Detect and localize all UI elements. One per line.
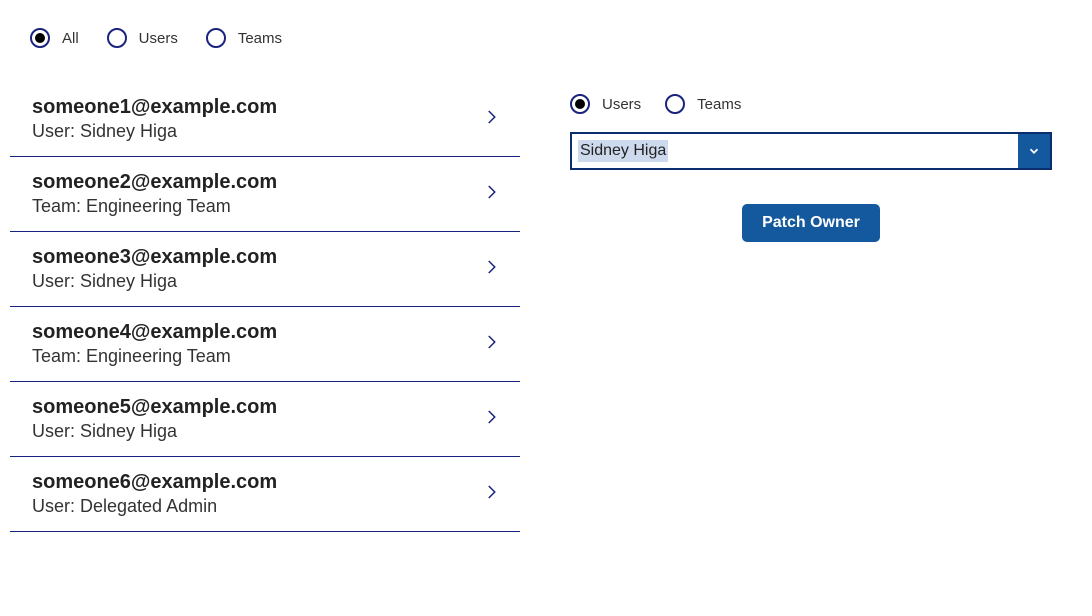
item-owner: User: Sidney Higa (32, 271, 277, 292)
radio-label: Users (602, 96, 641, 113)
item-email: someone5@example.com (32, 396, 277, 419)
owner-dropdown-value: Sidney Higa (572, 134, 1018, 168)
owner-dropdown[interactable]: Sidney Higa (570, 132, 1052, 170)
radio-label: Users (139, 30, 178, 47)
list-item[interactable]: someone1@example.comUser: Sidney Higa (10, 76, 520, 157)
radio-icon (107, 28, 127, 48)
list-item[interactable]: someone6@example.comUser: Delegated Admi… (10, 457, 520, 532)
item-email: someone4@example.com (32, 321, 277, 344)
owner-selected-text: Sidney Higa (578, 140, 668, 162)
chevron-right-icon (482, 327, 510, 362)
chevron-down-icon[interactable] (1018, 134, 1050, 168)
item-owner: Team: Engineering Team (32, 346, 277, 367)
records-list[interactable]: someone1@example.comUser: Sidney Higasom… (10, 76, 520, 596)
item-owner: Team: Engineering Team (32, 196, 277, 217)
list-item[interactable]: someone2@example.comTeam: Engineering Te… (10, 157, 520, 232)
item-email: someone6@example.com (32, 471, 277, 494)
top-filter-bar: All Users Teams (0, 0, 1092, 58)
list-item[interactable]: someone4@example.comTeam: Engineering Te… (10, 307, 520, 382)
item-email: someone1@example.com (32, 96, 277, 119)
owner-type-radios: Users Teams (570, 94, 1052, 114)
top-filter-all[interactable]: All (30, 28, 79, 48)
owner-type-users[interactable]: Users (570, 94, 641, 114)
radio-label: All (62, 30, 79, 47)
chevron-right-icon (482, 177, 510, 212)
radio-icon (665, 94, 685, 114)
radio-label: Teams (238, 30, 282, 47)
chevron-right-icon (482, 477, 510, 512)
item-owner: User: Sidney Higa (32, 421, 277, 442)
item-email: someone3@example.com (32, 246, 277, 269)
item-owner: User: Sidney Higa (32, 121, 277, 142)
right-panel: Users Teams Sidney Higa Patch Owner (520, 76, 1092, 596)
chevron-right-icon (482, 102, 510, 137)
item-owner: User: Delegated Admin (32, 496, 277, 517)
top-filter-teams[interactable]: Teams (206, 28, 282, 48)
list-item[interactable]: someone3@example.comUser: Sidney Higa (10, 232, 520, 307)
radio-label: Teams (697, 96, 741, 113)
radio-icon (570, 94, 590, 114)
chevron-right-icon (482, 402, 510, 437)
top-filter-users[interactable]: Users (107, 28, 178, 48)
owner-type-teams[interactable]: Teams (665, 94, 741, 114)
item-email: someone2@example.com (32, 171, 277, 194)
patch-owner-button[interactable]: Patch Owner (742, 204, 880, 242)
chevron-right-icon (482, 252, 510, 287)
radio-icon (30, 28, 50, 48)
list-item[interactable]: someone5@example.comUser: Sidney Higa (10, 382, 520, 457)
radio-icon (206, 28, 226, 48)
main-content: someone1@example.comUser: Sidney Higasom… (0, 58, 1092, 596)
